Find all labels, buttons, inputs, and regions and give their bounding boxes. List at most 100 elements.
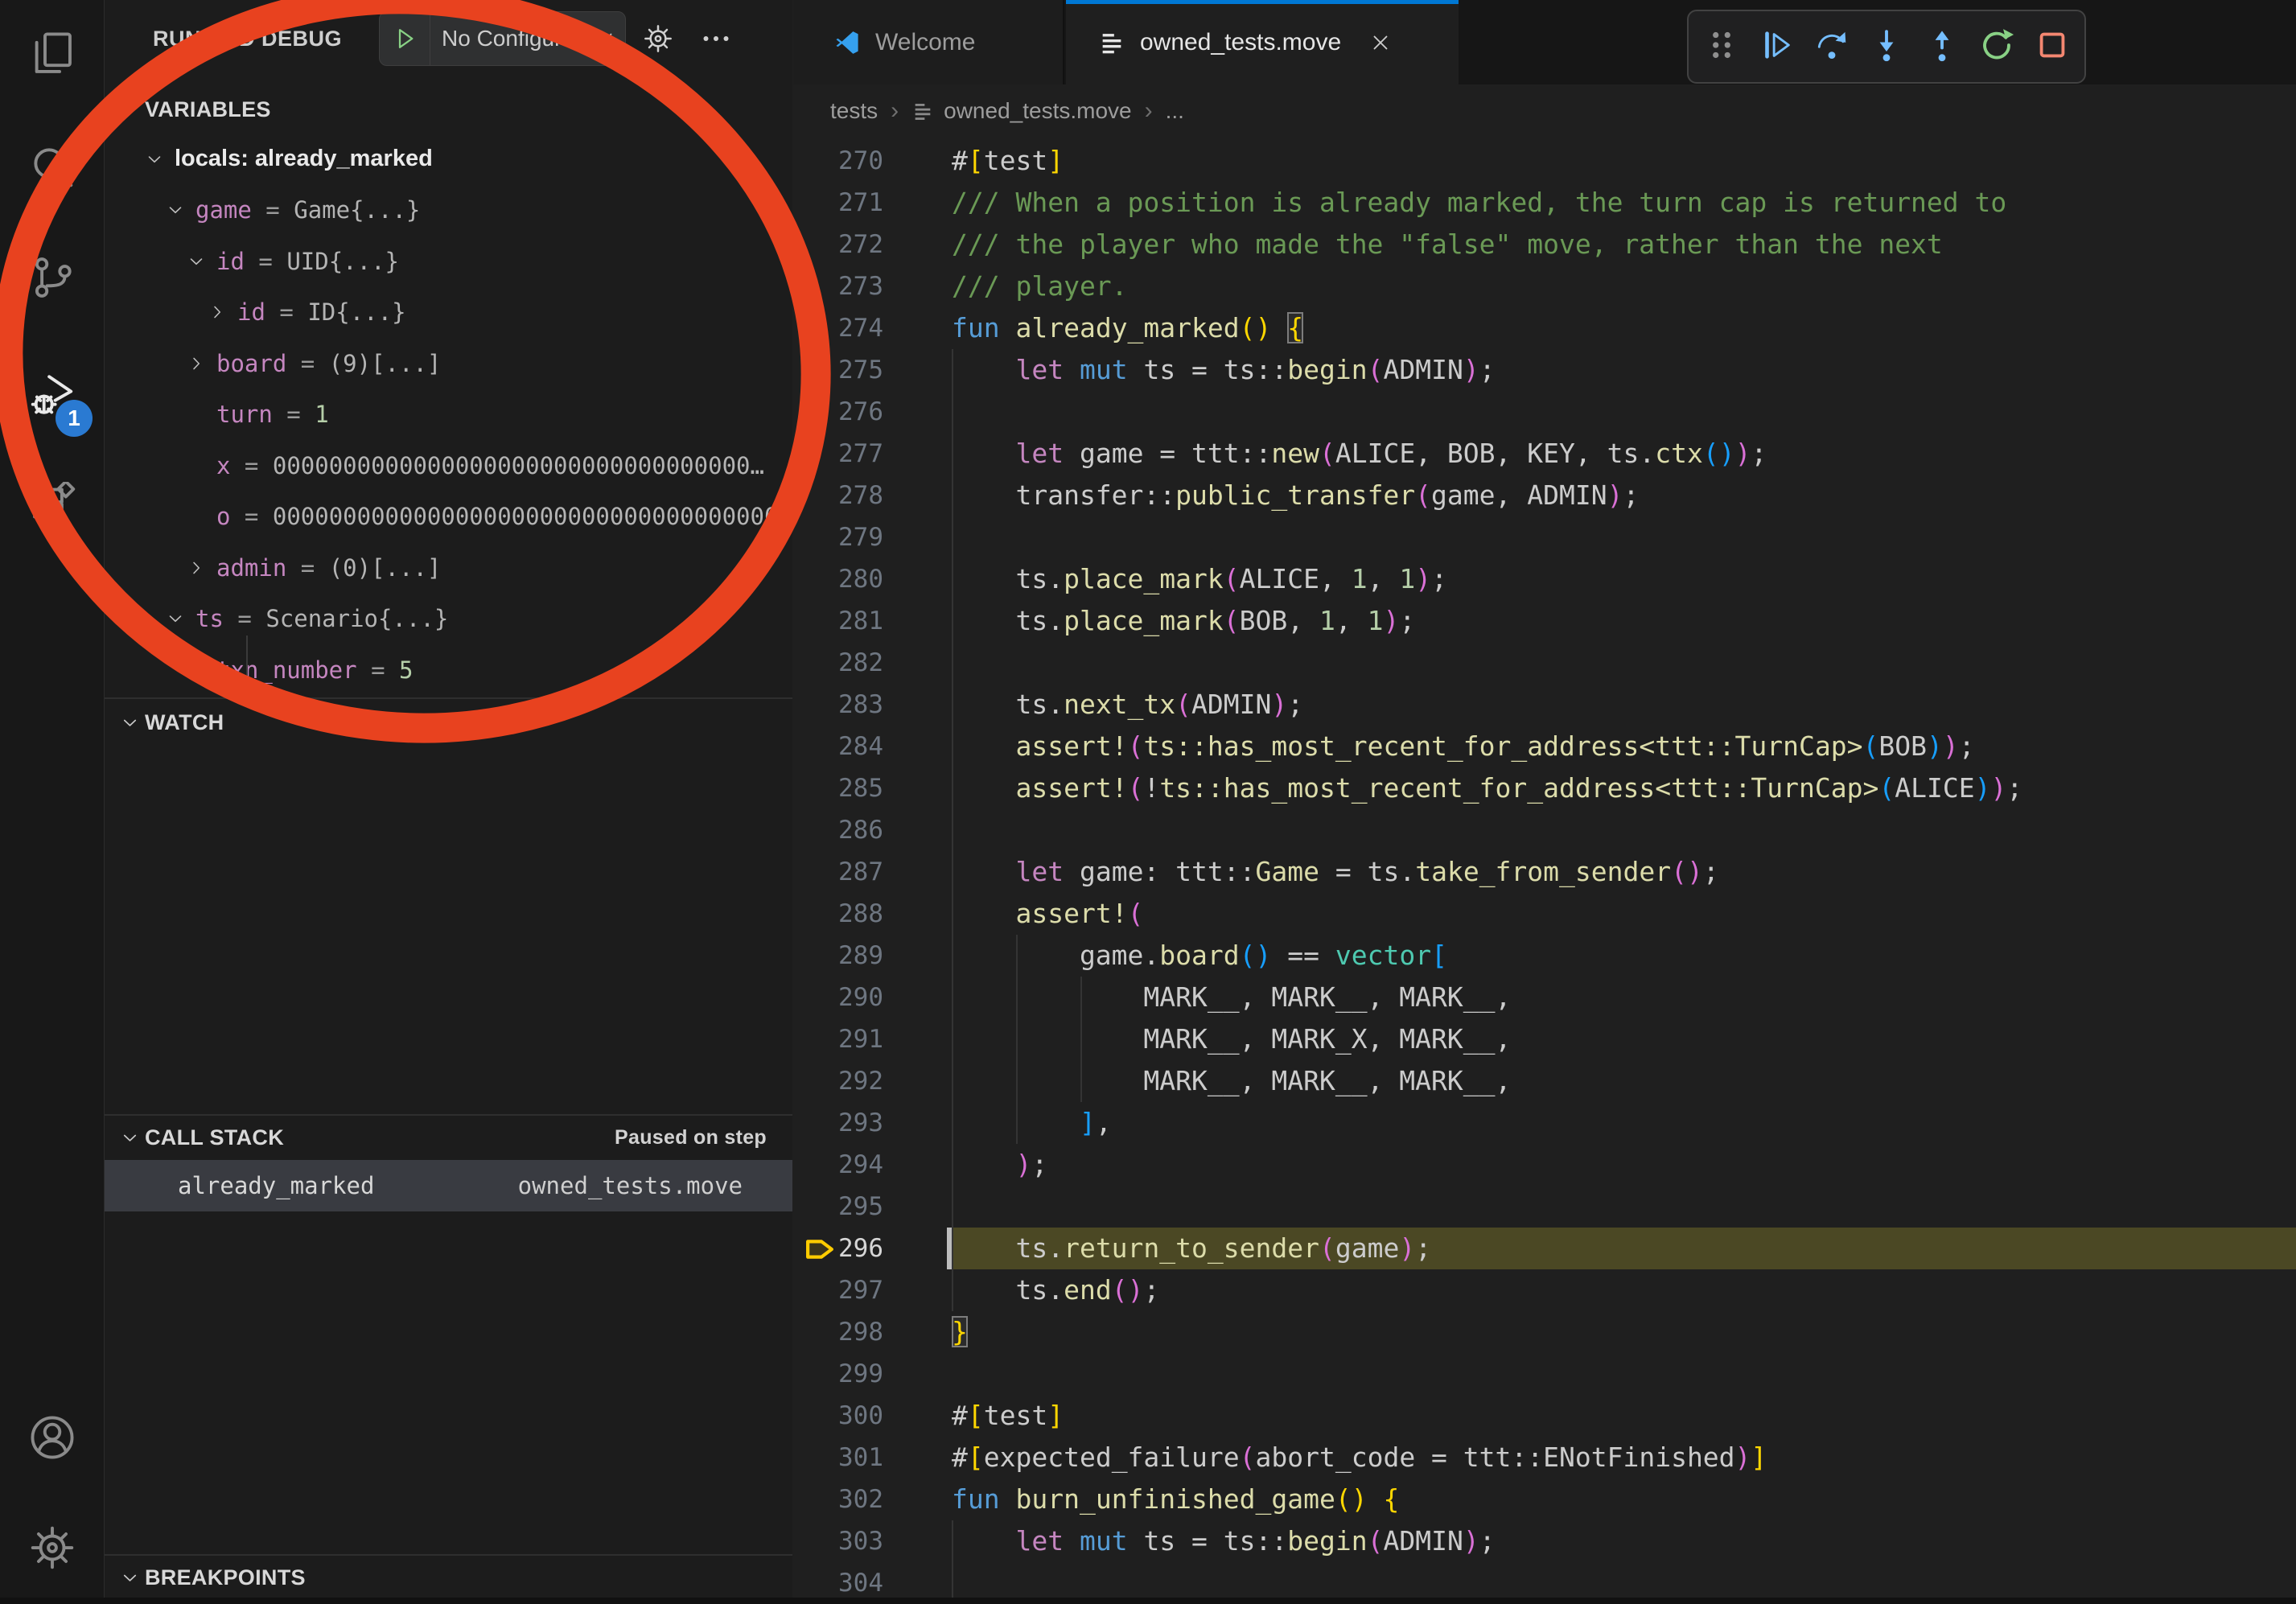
play-icon[interactable] [380, 12, 430, 65]
variable-row[interactable]: game = Game{...} [105, 185, 792, 236]
variables-scope-row[interactable]: locals: already_marked [105, 134, 792, 185]
continue-button[interactable] [1754, 24, 1799, 69]
code-line-280[interactable]: 280 ts.place_mark(ALICE, 1, 1); [793, 558, 2296, 600]
variable-row[interactable]: ts = Scenario{...} [105, 594, 792, 645]
code-line-282[interactable]: 282 [793, 642, 2296, 684]
code-editor[interactable]: 270#[test]271/// When a position is alre… [793, 140, 2296, 1598]
breakpoints-section-header[interactable]: BREAKPOINTS [105, 1557, 792, 1598]
line-number[interactable]: 283 [827, 684, 883, 726]
line-number[interactable]: 274 [827, 307, 883, 349]
chevron-down-icon[interactable] [144, 149, 175, 170]
line-number[interactable]: 276 [827, 391, 883, 433]
line-number[interactable]: 287 [827, 851, 883, 893]
code-line-273[interactable]: 273/// player. [793, 265, 2296, 307]
line-number[interactable]: 280 [827, 558, 883, 600]
line-number[interactable]: 293 [827, 1102, 883, 1144]
line-number[interactable]: 273 [827, 265, 883, 307]
code-line-304[interactable]: 304 [793, 1562, 2296, 1604]
variable-row[interactable]: x = 0000000000000000000000000000000000… [105, 440, 792, 491]
activity-bar-item-extensions[interactable] [0, 460, 104, 557]
line-number[interactable]: 279 [827, 516, 883, 558]
activity-bar-item-search[interactable] [0, 120, 104, 216]
code-line-275[interactable]: 275 let mut ts = ts::begin(ADMIN); [793, 349, 2296, 391]
code-line-276[interactable]: 276 [793, 391, 2296, 433]
line-number[interactable]: 302 [827, 1479, 883, 1520]
variable-row[interactable]: o = 000000000000000000000000000000000000… [105, 491, 792, 543]
drag-grip-button[interactable] [1699, 24, 1744, 69]
line-number[interactable]: 292 [827, 1060, 883, 1102]
chevron-down-icon[interactable] [165, 608, 195, 629]
code-line-298[interactable]: 298} [793, 1311, 2296, 1353]
code-line-272[interactable]: 272/// the player who made the "false" m… [793, 224, 2296, 265]
code-line-288[interactable]: 288 assert!( [793, 893, 2296, 935]
code-line-302[interactable]: 302fun burn_unfinished_game() { [793, 1479, 2296, 1520]
line-number[interactable]: 299 [827, 1353, 883, 1395]
code-line-274[interactable]: 274fun already_marked() { [793, 307, 2296, 349]
line-number[interactable]: 270 [827, 140, 883, 182]
variables-section-header[interactable]: VARIABLES [105, 85, 792, 134]
breadcrumb-item[interactable]: owned_tests.move [911, 98, 1131, 124]
chevron-right-icon[interactable] [186, 353, 216, 374]
code-line-292[interactable]: 292 MARK__, MARK__, MARK__, [793, 1060, 2296, 1102]
line-number[interactable]: 272 [827, 224, 883, 265]
code-line-287[interactable]: 287 let game: ttt::Game = ts.take_from_s… [793, 851, 2296, 893]
variable-row[interactable]: admin = (0)[...] [105, 542, 792, 594]
line-number[interactable]: 297 [827, 1269, 883, 1311]
code-line-270[interactable]: 270#[test] [793, 140, 2296, 182]
step-into-button[interactable] [1864, 24, 1909, 69]
chevron-right-icon[interactable] [186, 557, 216, 578]
line-number[interactable]: 277 [827, 433, 883, 475]
line-number[interactable]: 300 [827, 1395, 883, 1437]
line-number[interactable]: 288 [827, 893, 883, 935]
line-number[interactable]: 275 [827, 349, 883, 391]
line-number[interactable]: 295 [827, 1186, 883, 1228]
restart-button[interactable] [1974, 24, 2019, 69]
code-line-291[interactable]: 291 MARK__, MARK_X, MARK__, [793, 1018, 2296, 1060]
debug-config-dropdown[interactable]: No Configurations [379, 11, 626, 66]
variable-row[interactable]: id = UID{...} [105, 236, 792, 287]
code-line-295[interactable]: 295 [793, 1186, 2296, 1228]
code-line-271[interactable]: 271/// When a position is already marked… [793, 182, 2296, 224]
line-number[interactable]: 285 [827, 767, 883, 809]
line-number[interactable]: 290 [827, 977, 883, 1018]
callstack-frame-row[interactable]: already_markedowned_tests.move [105, 1160, 792, 1211]
code-line-281[interactable]: 281 ts.place_mark(BOB, 1, 1); [793, 600, 2296, 642]
line-number[interactable]: 291 [827, 1018, 883, 1060]
line-number[interactable]: 301 [827, 1437, 883, 1479]
activity-bar-item-explorer[interactable] [0, 7, 104, 104]
activity-bar-item-source-control[interactable] [0, 231, 104, 327]
line-number[interactable]: 282 [827, 642, 883, 684]
code-line-277[interactable]: 277 let game = ttt::new(ALICE, BOB, KEY,… [793, 433, 2296, 475]
activity-bar-item-settings[interactable] [0, 1501, 104, 1598]
chevron-down-icon[interactable] [186, 251, 216, 272]
watch-section-header[interactable]: WATCH [105, 699, 792, 746]
line-number[interactable]: 304 [827, 1562, 883, 1604]
variable-row[interactable]: txn_number = 5 [105, 644, 792, 696]
breadcrumb-item[interactable]: tests [830, 98, 878, 124]
code-line-289[interactable]: 289 game.board() == vector[ [793, 935, 2296, 977]
code-line-286[interactable]: 286 [793, 809, 2296, 851]
variable-row[interactable]: turn = 1 [105, 389, 792, 441]
code-line-300[interactable]: 300#[test] [793, 1395, 2296, 1437]
code-line-293[interactable]: 293 ], [793, 1102, 2296, 1144]
breadcrumb-item[interactable]: ... [1166, 98, 1184, 124]
code-line-296[interactable]: 296 ts.return_to_sender(game); [793, 1228, 2296, 1269]
line-number[interactable]: 294 [827, 1144, 883, 1186]
activity-bar-item-run-and-debug[interactable]: 1 [0, 348, 104, 445]
line-number[interactable]: 271 [827, 182, 883, 224]
tab-owned-tests-move[interactable]: owned_tests.move [1066, 0, 1459, 84]
line-number[interactable]: 289 [827, 935, 883, 977]
line-number[interactable]: 298 [827, 1311, 883, 1353]
close-icon[interactable] [1368, 31, 1393, 55]
variable-row[interactable]: id = ID{...} [105, 287, 792, 339]
code-line-284[interactable]: 284 assert!(ts::has_most_recent_for_addr… [793, 726, 2296, 767]
code-line-294[interactable]: 294 ); [793, 1144, 2296, 1186]
code-line-285[interactable]: 285 assert!(!ts::has_most_recent_for_add… [793, 767, 2296, 809]
chevron-right-icon[interactable] [207, 302, 237, 323]
line-number[interactable]: 303 [827, 1520, 883, 1562]
chevron-down-icon[interactable] [165, 199, 195, 220]
code-line-279[interactable]: 279 [793, 516, 2296, 558]
code-line-278[interactable]: 278 transfer::public_transfer(game, ADMI… [793, 475, 2296, 516]
line-number[interactable]: 281 [827, 600, 883, 642]
activity-bar-item-account[interactable] [0, 1391, 104, 1487]
